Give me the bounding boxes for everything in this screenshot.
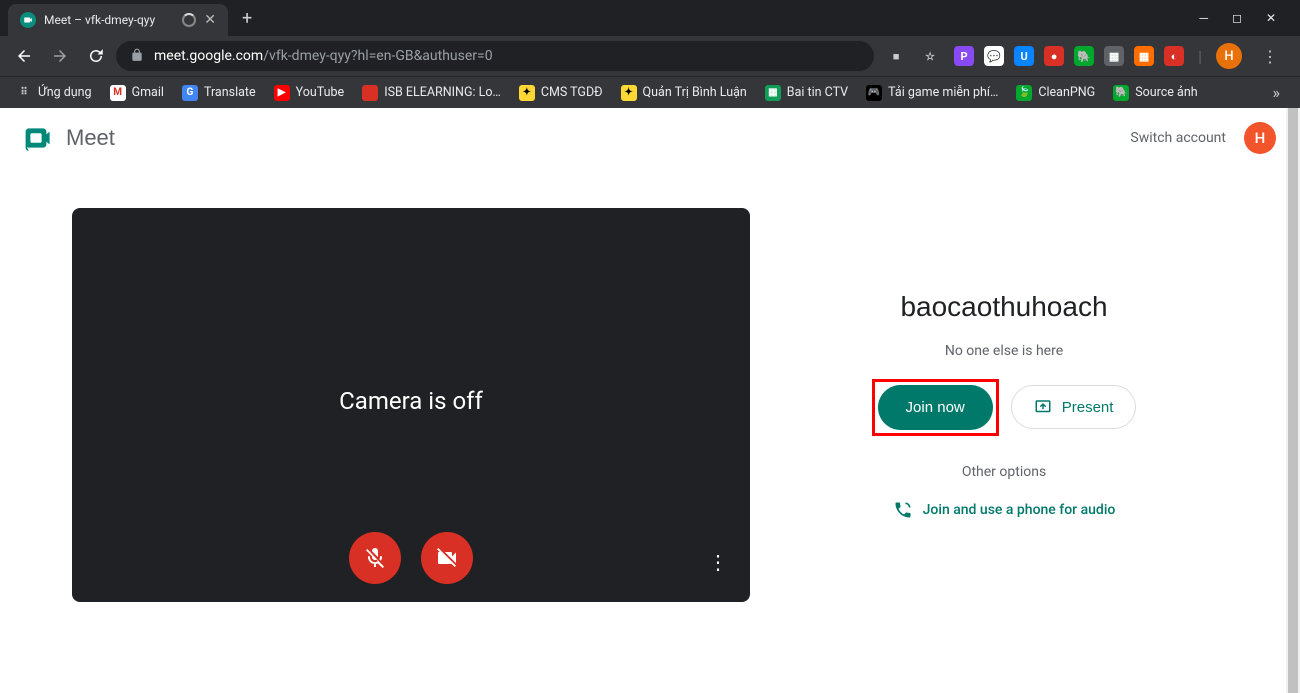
- camera-indicator-icon[interactable]: ■: [886, 46, 906, 66]
- bookmark-icon: M: [110, 85, 126, 101]
- close-window-icon[interactable]: ✕: [1266, 11, 1276, 25]
- forward-button[interactable]: [44, 40, 76, 72]
- bookmark-item[interactable]: 🎮 Tải game miễn phí…: [860, 85, 1004, 101]
- bookmark-icon: 🐘: [1113, 85, 1129, 101]
- camera-off-label: Camera is off: [339, 387, 483, 415]
- bookmark-item[interactable]: M Gmail: [104, 85, 170, 101]
- present-button[interactable]: Present: [1011, 385, 1137, 429]
- meet-logo[interactable]: Meet: [24, 122, 115, 154]
- vertical-scrollbar[interactable]: [1286, 108, 1300, 693]
- browser-profile-avatar[interactable]: H: [1216, 43, 1242, 69]
- new-tab-button[interactable]: +: [228, 8, 266, 29]
- present-icon: [1034, 398, 1052, 416]
- bookmark-star-icon[interactable]: ☆: [920, 46, 940, 66]
- bookmark-label: CMS TGDĐ: [541, 85, 603, 100]
- phone-audio-link[interactable]: Join and use a phone for audio: [893, 500, 1116, 520]
- bookmark-label: CleanPNG: [1038, 85, 1095, 100]
- tab-title: Meet – vfk-dmey-qyy: [44, 13, 174, 27]
- bookmarks-bar: ⠿ Ứng dụng M Gmail G Translate ▶ YouTube ISB EL…: [0, 76, 1300, 108]
- maximize-icon[interactable]: ◻: [1232, 11, 1242, 25]
- meeting-title: baocaothuhoach: [900, 291, 1107, 323]
- other-options-label: Other options: [962, 464, 1046, 480]
- bookmark-label: ISB ELEARNING: Lo…: [384, 85, 501, 100]
- bookmark-label: Quản Trị Bình Luận: [643, 85, 747, 100]
- extension-icon[interactable]: ▦: [1134, 46, 1154, 66]
- reload-button[interactable]: [80, 40, 112, 72]
- back-button[interactable]: [8, 40, 40, 72]
- extension-icon[interactable]: ▦: [1104, 46, 1124, 66]
- bookmark-item[interactable]: 🐘 Source ảnh: [1107, 85, 1203, 101]
- url-text: meet.google.com/vfk-dmey-qyy?hl=en-GB&au…: [154, 48, 493, 64]
- bookmark-icon: G: [182, 85, 198, 101]
- bookmark-label: YouTube: [296, 85, 345, 100]
- address-bar: meet.google.com/vfk-dmey-qyy?hl=en-GB&au…: [0, 36, 1300, 76]
- bookmark-icon: ⠿: [16, 85, 32, 101]
- browser-tab[interactable]: Meet – vfk-dmey-qyy ✕: [8, 4, 228, 36]
- meet-logo-icon: [24, 122, 56, 154]
- bookmark-label: Ứng dụng: [38, 85, 92, 100]
- bookmarks-overflow-icon[interactable]: »: [1263, 83, 1291, 102]
- switch-account-link[interactable]: Switch account: [1130, 130, 1226, 146]
- bookmark-item[interactable]: ▦ Bai tin CTV: [759, 85, 854, 101]
- camera-toggle-button[interactable]: [421, 532, 473, 584]
- video-preview: Camera is off ⋮: [72, 208, 750, 602]
- bookmark-item[interactable]: G Translate: [176, 85, 262, 101]
- join-now-button[interactable]: Join now: [878, 385, 993, 430]
- meet-favicon: [20, 12, 36, 28]
- meet-header: Meet Switch account H: [0, 108, 1300, 168]
- highlight-box: Join now: [872, 379, 999, 436]
- bookmark-label: Bai tin CTV: [787, 85, 848, 100]
- meet-product-name: Meet: [66, 125, 115, 151]
- window-controls: ─ ◻ ✕: [1199, 11, 1292, 25]
- extension-icon[interactable]: 💬: [984, 46, 1004, 66]
- user-avatar[interactable]: H: [1244, 122, 1276, 154]
- bookmark-icon: ✦: [519, 85, 535, 101]
- bookmark-icon: [362, 85, 378, 101]
- bookmark-label: Source ảnh: [1135, 85, 1197, 100]
- extension-icon[interactable]: 🐘: [1074, 46, 1094, 66]
- extension-icon[interactable]: ◐: [1164, 46, 1184, 66]
- presence-text: No one else is here: [945, 343, 1063, 359]
- join-panel: baocaothuhoach No one else is here Join …: [780, 291, 1228, 520]
- bookmark-item[interactable]: ISB ELEARNING: Lo…: [356, 85, 507, 101]
- bookmark-label: Gmail: [132, 85, 164, 100]
- extension-icon[interactable]: U: [1014, 46, 1034, 66]
- bookmark-icon: ▶: [274, 85, 290, 101]
- bookmark-icon: ✦: [621, 85, 637, 101]
- lock-icon: [130, 47, 144, 66]
- phone-icon: [893, 500, 913, 520]
- browser-menu-icon[interactable]: ⋮: [1256, 47, 1284, 66]
- bookmark-label: Tải game miễn phí…: [888, 85, 998, 100]
- loading-spinner-icon: [182, 13, 196, 27]
- bookmark-icon: 🎮: [866, 85, 882, 101]
- preview-more-icon[interactable]: ⋮: [708, 550, 730, 574]
- bookmark-icon: ▦: [765, 85, 781, 101]
- url-input[interactable]: meet.google.com/vfk-dmey-qyy?hl=en-GB&au…: [116, 41, 874, 71]
- bookmark-item[interactable]: ✦ Quản Trị Bình Luận: [615, 85, 753, 101]
- bookmark-item[interactable]: ✦ CMS TGDĐ: [513, 85, 609, 101]
- page-content: Meet Switch account H Camera is off ⋮ ba…: [0, 108, 1300, 693]
- tab-close-icon[interactable]: ✕: [204, 12, 216, 28]
- extension-icon[interactable]: ●: [1044, 46, 1064, 66]
- extension-icon[interactable]: P: [954, 46, 974, 66]
- microphone-toggle-button[interactable]: [349, 532, 401, 584]
- bookmark-label: Translate: [204, 85, 256, 100]
- bookmark-icon: 🍃: [1016, 85, 1032, 101]
- tab-bar: Meet – vfk-dmey-qyy ✕ + ─ ◻ ✕: [0, 0, 1300, 36]
- bookmark-item[interactable]: 🍃 CleanPNG: [1010, 85, 1101, 101]
- bookmark-item[interactable]: ⠿ Ứng dụng: [10, 85, 98, 101]
- bookmark-item[interactable]: ▶ YouTube: [268, 85, 351, 101]
- minimize-icon[interactable]: ─: [1199, 11, 1208, 25]
